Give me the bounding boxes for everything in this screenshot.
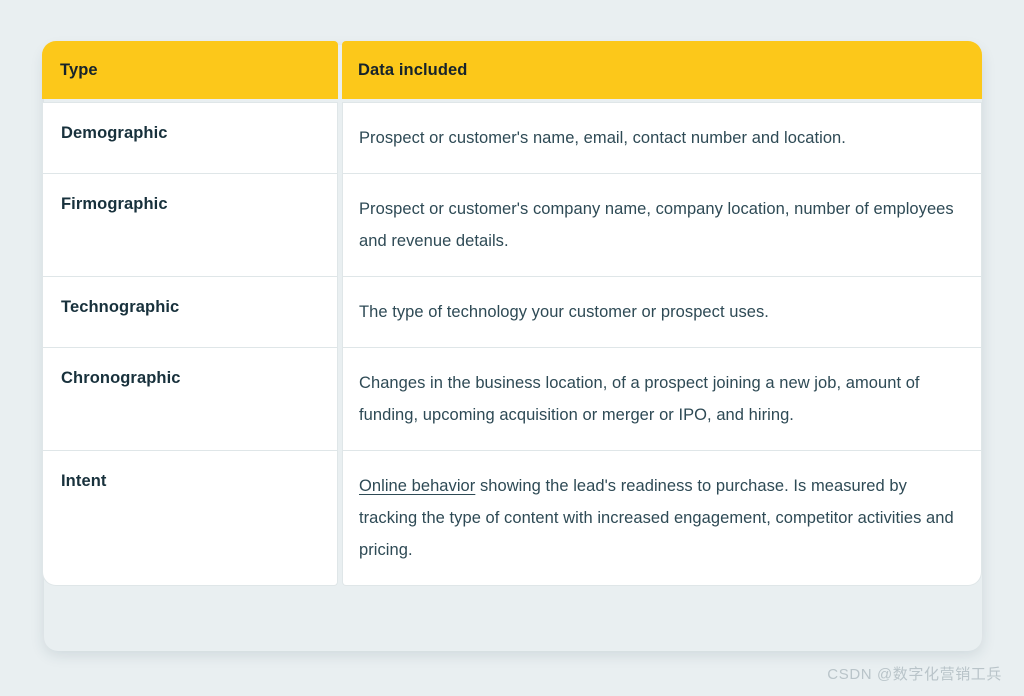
column-header-data-label: Data included — [358, 60, 468, 79]
column-header-type: Type — [42, 41, 338, 99]
table-cell-data: Online behavior showing the lead's readi… — [342, 451, 982, 586]
column-header-type-label: Type — [60, 60, 98, 79]
table-cell-type: Firmographic — [42, 174, 338, 277]
table-row: Chronographic Changes in the business lo… — [42, 348, 982, 451]
row-data-text: Prospect or customer's company name, com… — [359, 200, 954, 250]
csdn-watermark: CSDN @数字化营销工兵 — [827, 666, 1002, 683]
table-row: Demographic Prospect or customer's name,… — [42, 102, 982, 174]
table-row: Intent Online behavior showing the lead'… — [42, 451, 982, 586]
row-type-label: Chronographic — [61, 369, 181, 387]
comparison-table: Type Data included Demographic Prospect … — [42, 41, 982, 586]
table-cell-data: Prospect or customer's name, email, cont… — [342, 102, 982, 174]
table-cell-data: Changes in the business location, of a p… — [342, 348, 982, 451]
table-cell-data: The type of technology your customer or … — [342, 277, 982, 348]
table-cell-type: Demographic — [42, 102, 338, 174]
table-row: Technographic The type of technology you… — [42, 277, 982, 348]
online-behavior-link[interactable]: Online behavior — [359, 477, 475, 495]
row-type-label: Intent — [61, 472, 107, 490]
row-data-text: Changes in the business location, of a p… — [359, 374, 920, 424]
table-cell-type: Intent — [42, 451, 338, 586]
row-data-text: The type of technology your customer or … — [359, 303, 769, 321]
table-cell-type: Chronographic — [42, 348, 338, 451]
table-header-row: Type Data included — [42, 41, 982, 99]
column-header-data: Data included — [342, 41, 982, 99]
row-type-label: Firmographic — [61, 195, 168, 213]
row-data-text: Online behavior showing the lead's readi… — [359, 470, 961, 566]
table-row: Firmographic Prospect or customer's comp… — [42, 174, 982, 277]
row-type-label: Demographic — [61, 124, 168, 142]
table-cell-data: Prospect or customer's company name, com… — [342, 174, 982, 277]
row-type-label: Technographic — [61, 298, 180, 316]
row-data-text: Prospect or customer's name, email, cont… — [359, 129, 846, 147]
table-body: Type Data included Demographic Prospect … — [42, 41, 982, 586]
table-cell-type: Technographic — [42, 277, 338, 348]
